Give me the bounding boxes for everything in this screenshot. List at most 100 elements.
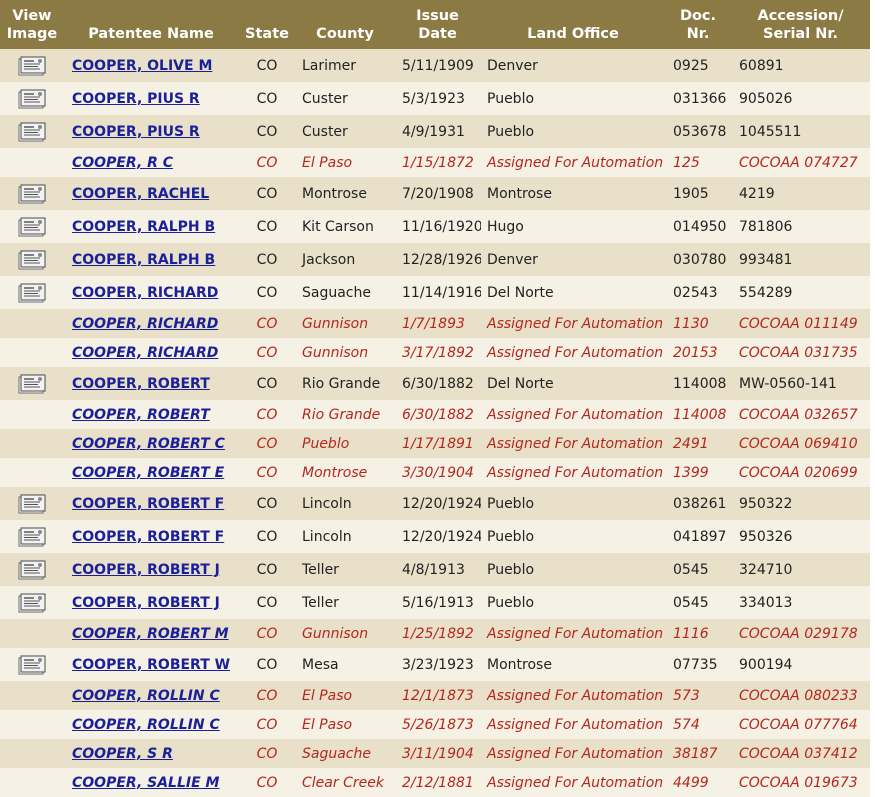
patentee-name-link[interactable]: COOPER, SALLIE M — [72, 775, 219, 791]
document-image-icon[interactable] — [18, 527, 46, 547]
patentee-name-cell: COOPER, S R — [64, 739, 238, 768]
patentee-name-link[interactable]: COOPER, ROBERT — [72, 376, 210, 392]
state-cell: CO — [256, 251, 278, 268]
patentee-name-link[interactable]: COOPER, RALPH B — [72, 219, 215, 235]
doc-nr-cell: 1116 — [673, 625, 709, 642]
land-office-cell: Hugo — [487, 218, 524, 235]
accession-nr-cell: COCOAA 074727 — [739, 154, 858, 171]
patentee-name-link[interactable]: COOPER, RALPH B — [72, 252, 215, 268]
land-office-cell: Assigned For Automation — [487, 687, 664, 704]
document-image-icon[interactable] — [18, 593, 46, 613]
patentee-name-link[interactable]: COOPER, ROBERT — [72, 407, 210, 423]
state-cell: CO — [256, 375, 278, 392]
view-image-cell — [0, 429, 64, 458]
view-image-cell[interactable] — [0, 49, 64, 82]
issue-date-cell: 4/9/1931 — [402, 123, 465, 140]
patentee-name-link[interactable]: COOPER, ROBERT J — [72, 595, 220, 611]
patentee-name-link[interactable]: COOPER, ROBERT C — [72, 436, 225, 452]
state-cell: CO — [256, 435, 278, 452]
accession-nr-cell: COCOAA 031735 — [739, 344, 858, 361]
accession-nr-cell: 554289 — [739, 284, 793, 301]
county-cell: Montrose — [302, 185, 367, 202]
accession-nr-cell: COCOAA 032657 — [739, 406, 858, 423]
issue-date-cell: 3/30/1904 — [402, 464, 474, 481]
document-image-icon[interactable] — [18, 56, 46, 76]
document-image-icon[interactable] — [18, 283, 46, 303]
table-row: COOPER, PIUS R CO Custer 4/9/1931 Pueblo 0536… — [0, 115, 870, 148]
land-office-cell: Assigned For Automation — [487, 154, 664, 171]
doc-nr-cell: 1905 — [673, 185, 709, 202]
doc-nr-cell: 0545 — [673, 594, 709, 611]
issue-date-cell: 11/14/1916 — [402, 284, 481, 301]
view-image-cell[interactable] — [0, 648, 64, 681]
land-office-cell: Denver — [487, 57, 538, 74]
patentee-name-link[interactable]: COOPER, S R — [72, 746, 173, 762]
accession-nr-cell: 4219 — [739, 185, 775, 202]
patentee-name-link[interactable]: COOPER, RICHARD — [72, 316, 218, 332]
view-image-cell[interactable] — [0, 520, 64, 553]
patentee-name-link[interactable]: COOPER, PIUS R — [72, 91, 200, 107]
state-cell: CO — [256, 344, 278, 361]
patentee-name-link[interactable]: COOPER, ROBERT F — [72, 529, 224, 545]
patentee-name-link[interactable]: COOPER, ROBERT M — [72, 626, 229, 642]
view-image-cell — [0, 681, 64, 710]
document-image-icon[interactable] — [18, 89, 46, 109]
view-image-cell[interactable] — [0, 367, 64, 400]
patentee-name-link[interactable]: COOPER, RACHEL — [72, 186, 209, 202]
patentee-name-cell: COOPER, ROBERT M — [64, 619, 238, 648]
view-image-cell[interactable] — [0, 210, 64, 243]
county-cell: El Paso — [302, 687, 353, 704]
document-image-icon[interactable] — [18, 217, 46, 237]
county-cell: Jackson — [302, 251, 356, 268]
document-image-icon[interactable] — [18, 494, 46, 514]
doc-nr-cell: 573 — [673, 687, 700, 704]
view-image-cell[interactable] — [0, 115, 64, 148]
patentee-name-link[interactable]: COOPER, OLIVE M — [72, 58, 212, 74]
patentee-name-link[interactable]: COOPER, RICHARD — [72, 285, 218, 301]
patentee-name-cell: COOPER, RICHARD — [64, 276, 238, 309]
view-image-cell[interactable] — [0, 177, 64, 210]
view-image-cell[interactable] — [0, 243, 64, 276]
patentee-name-link[interactable]: COOPER, PIUS R — [72, 124, 200, 140]
document-image-icon[interactable] — [18, 374, 46, 394]
header-view-image-line1: View — [12, 8, 52, 24]
state-cell: CO — [256, 528, 278, 545]
doc-nr-cell: 2491 — [673, 435, 709, 452]
patentee-name-link[interactable]: COOPER, ROLLIN C — [72, 688, 220, 704]
patentee-name-link[interactable]: COOPER, ROBERT W — [72, 657, 230, 673]
patentee-name-link[interactable]: COOPER, ROBERT F — [72, 496, 224, 512]
doc-nr-cell: 02543 — [673, 284, 718, 301]
state-cell: CO — [256, 656, 278, 673]
document-image-icon[interactable] — [18, 250, 46, 270]
county-cell: Larimer — [302, 57, 357, 74]
table-row: COOPER, RALPH B CO Kit Carson 11/16/1920 Hug… — [0, 210, 870, 243]
state-cell: CO — [256, 561, 278, 578]
accession-nr-cell: 324710 — [739, 561, 793, 578]
view-image-cell[interactable] — [0, 82, 64, 115]
view-image-cell[interactable] — [0, 553, 64, 586]
document-image-icon[interactable] — [18, 184, 46, 204]
doc-nr-cell: 07735 — [673, 656, 718, 673]
patentee-name-cell: COOPER, SALLIE M — [64, 768, 238, 797]
state-cell: CO — [256, 625, 278, 642]
county-cell: Gunnison — [302, 625, 369, 642]
view-image-cell[interactable] — [0, 276, 64, 309]
county-cell: Montrose — [302, 464, 368, 481]
issue-date-cell: 12/1/1873 — [402, 687, 474, 704]
document-image-icon[interactable] — [18, 122, 46, 142]
view-image-cell[interactable] — [0, 586, 64, 619]
patentee-name-cell: COOPER, ROBERT J — [64, 586, 238, 619]
view-image-cell[interactable] — [0, 487, 64, 520]
document-image-icon[interactable] — [18, 560, 46, 580]
patentee-name-link[interactable]: COOPER, R C — [72, 155, 173, 171]
document-image-icon[interactable] — [18, 655, 46, 675]
patentee-name-link[interactable]: COOPER, ROLLIN C — [72, 717, 220, 733]
patentee-name-link[interactable]: COOPER, RICHARD — [72, 345, 218, 361]
patentee-name-link[interactable]: COOPER, ROBERT J — [72, 562, 220, 578]
table-header: View Image Patentee Name State County Is… — [0, 0, 870, 49]
patentee-name-link[interactable]: COOPER, ROBERT E — [72, 465, 224, 481]
land-office-cell: Assigned For Automation — [487, 315, 664, 332]
table-row: COOPER, ROBERT W CO Mesa 3/23/1923 Montrose 0… — [0, 648, 870, 681]
doc-nr-cell: 114008 — [673, 406, 727, 423]
header-acc-line2: Serial Nr. — [763, 26, 838, 42]
